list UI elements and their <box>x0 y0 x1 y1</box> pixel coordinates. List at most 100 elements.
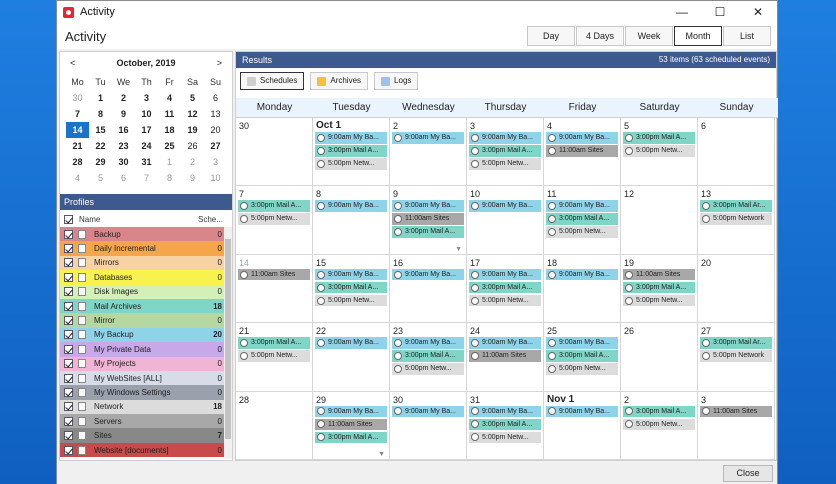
profile-row[interactable]: Servers 0 <box>60 414 224 429</box>
calendar-day[interactable]: 11 9:00am My Ba... 3:00pm Mail A... 5:00pm … <box>544 186 621 255</box>
mini-calendar-day[interactable]: 20 <box>204 122 227 138</box>
calendar-event[interactable]: 3:00pm Mail A... <box>623 281 695 294</box>
calendar-day[interactable]: 29 9:00am My Ba... 11:00am Sites 3:00pm Mai… <box>313 391 390 460</box>
calendar-event[interactable]: 9:00am My Ba... <box>469 132 541 144</box>
select-all-checkbox[interactable] <box>64 214 73 224</box>
calendar-day[interactable]: 18 9:00am My Ba... <box>544 254 621 324</box>
mini-calendar-day[interactable]: 31 <box>135 154 158 170</box>
tab-schedules[interactable]: Schedules <box>240 72 305 90</box>
calendar-event[interactable]: 9:00am My Ba... <box>469 268 541 281</box>
calendar-day[interactable]: 7 3:00pm Mail A... 5:00pm Netw... <box>236 186 313 255</box>
profile-checkbox[interactable] <box>64 301 73 311</box>
view-tab-day[interactable]: Day <box>527 26 575 46</box>
calendar-day[interactable]: 10 9:00am My Ba... <box>467 186 544 255</box>
calendar-event[interactable]: 5:00pm Netw... <box>623 418 695 431</box>
mini-calendar-day[interactable]: 3 <box>135 90 158 106</box>
calendar-event[interactable]: 3:00pm Mail A... <box>469 145 541 157</box>
calendar-event[interactable]: 5:00pm Netw... <box>623 145 695 157</box>
close-button[interactable]: Close <box>723 465 773 482</box>
profile-checkbox[interactable] <box>64 431 73 441</box>
calendar-event[interactable]: 5:00pm Netw... <box>469 294 541 307</box>
profile-row[interactable]: Databases 0 <box>60 270 224 285</box>
column-name[interactable]: Name <box>79 215 198 224</box>
mini-calendar-day[interactable]: 24 <box>135 138 158 154</box>
calendar-day[interactable]: 22 9:00am My Ba... <box>313 323 390 392</box>
calendar-day[interactable]: 21 3:00pm Mail A... 5:00pm Netw... <box>236 323 313 392</box>
calendar-event[interactable]: 3:00pm Mail A... <box>469 281 541 294</box>
mini-calendar-day[interactable]: 29 <box>89 154 112 170</box>
calendar-day[interactable]: 4 9:00am My Ba... 11:00am Sites <box>544 118 621 187</box>
calendar-event[interactable]: 5:00pm Netw... <box>546 226 618 238</box>
view-tab-list[interactable]: List <box>723 26 771 46</box>
mini-calendar-day[interactable]: 2 <box>181 154 204 170</box>
calendar-day[interactable]: 16 9:00am My Ba... <box>390 254 467 324</box>
profile-row[interactable]: Backup 0 <box>60 227 224 242</box>
column-schedules[interactable]: Sche... <box>198 215 232 224</box>
profile-checkbox[interactable] <box>64 287 73 297</box>
calendar-day[interactable]: 6 <box>698 118 775 187</box>
mini-calendar-day[interactable]: 27 <box>204 138 227 154</box>
profile-row[interactable]: My Private Data 0 <box>60 342 224 357</box>
calendar-event[interactable]: 5:00pm Netw... <box>469 158 541 170</box>
mini-calendar-day[interactable]: 19 <box>181 122 204 138</box>
mini-calendar-day[interactable]: 30 <box>66 90 89 106</box>
calendar-day[interactable]: Nov 1 9:00am My Ba... <box>544 391 621 460</box>
profile-row[interactable]: My Projects 0 <box>60 356 224 371</box>
calendar-event[interactable]: 9:00am My Ba... <box>315 200 387 212</box>
tab-logs[interactable]: Logs <box>374 72 419 90</box>
mini-calendar-day[interactable]: 6 <box>204 90 227 106</box>
calendar-event[interactable]: 3:00pm Mail A... <box>392 350 464 362</box>
calendar-event[interactable]: 3:00pm Mail A... <box>238 337 310 349</box>
calendar-day[interactable]: 8 9:00am My Ba... <box>313 186 390 255</box>
calendar-day[interactable]: 19 11:00am Sites 3:00pm Mail A... 5:00pm Ne… <box>621 254 698 324</box>
calendar-event[interactable]: 9:00am My Ba... <box>392 405 464 418</box>
calendar-event[interactable]: 3:00pm Mail A... <box>546 350 618 362</box>
calendar-event[interactable]: 5:00pm Netw... <box>238 350 310 362</box>
calendar-event[interactable]: 9:00am My Ba... <box>469 200 541 212</box>
calendar-day[interactable]: 31 9:00am My Ba... 3:00pm Mail A... 5:00pm … <box>467 391 544 460</box>
mini-calendar-day[interactable]: 23 <box>112 138 135 154</box>
calendar-event[interactable]: 11:00am Sites <box>623 268 695 281</box>
profile-checkbox[interactable] <box>64 402 73 412</box>
mini-calendar-day[interactable]: 15 <box>89 122 112 138</box>
mini-calendar-day[interactable]: 8 <box>89 106 112 122</box>
calendar-event[interactable]: 11:00am Sites <box>700 405 772 418</box>
profile-row[interactable]: Sites 7 <box>60 428 224 443</box>
profile-checkbox[interactable] <box>64 244 73 254</box>
calendar-event[interactable]: 11:00am Sites <box>469 350 541 362</box>
calendar-event[interactable]: 9:00am My Ba... <box>315 132 387 144</box>
calendar-event[interactable]: 3:00pm Mail A... <box>392 226 464 238</box>
profile-checkbox[interactable] <box>64 272 73 282</box>
profile-row[interactable]: Daily Incremental 0 <box>60 241 224 256</box>
profile-row[interactable]: My Windows Settings 0 <box>60 385 224 400</box>
calendar-event[interactable]: 9:00am My Ba... <box>315 405 387 418</box>
profile-row[interactable]: Mirror 0 <box>60 313 224 328</box>
calendar-day[interactable]: 30 9:00am My Ba... <box>390 391 467 460</box>
calendar-day[interactable]: 5 3:00pm Mail A... 5:00pm Netw... <box>621 118 698 187</box>
calendar-day[interactable]: 27 3:00pm Mail Ar... 5:00pm Network <box>698 323 775 392</box>
profile-checkbox[interactable] <box>64 416 73 426</box>
profile-checkbox[interactable] <box>64 316 73 326</box>
profile-row[interactable]: Website [documents] 0 <box>60 442 224 458</box>
calendar-event[interactable]: 9:00am My Ba... <box>546 132 618 144</box>
mini-calendar-day[interactable]: 6 <box>112 170 135 186</box>
calendar-event[interactable]: 9:00am My Ba... <box>315 337 387 349</box>
calendar-event[interactable]: 5:00pm Netw... <box>315 294 387 307</box>
mini-calendar-day[interactable]: 2 <box>112 90 135 106</box>
calendar-event[interactable]: 9:00am My Ba... <box>469 337 541 349</box>
calendar-event[interactable]: 9:00am My Ba... <box>392 268 464 281</box>
calendar-day[interactable]: 30 <box>236 118 313 187</box>
calendar-day[interactable]: 17 9:00am My Ba... 3:00pm Mail A... 5:00pm … <box>467 254 544 324</box>
profiles-scrollbar[interactable] <box>224 227 232 459</box>
mini-calendar-day[interactable]: 9 <box>181 170 204 186</box>
calendar-day[interactable]: 3 9:00am My Ba... 3:00pm Mail A... 5:00pm N… <box>467 118 544 187</box>
profile-checkbox[interactable] <box>64 330 73 340</box>
calendar-event[interactable]: 11:00am Sites <box>238 268 310 281</box>
calendar-event[interactable]: 5:00pm Netw... <box>623 294 695 307</box>
mini-calendar-day[interactable]: 5 <box>181 90 204 106</box>
calendar-day[interactable]: 25 9:00am My Ba... 3:00pm Mail A... 5:00pm … <box>544 323 621 392</box>
mini-calendar-day[interactable]: 3 <box>204 154 227 170</box>
calendar-event[interactable]: 9:00am My Ba... <box>546 405 618 418</box>
profile-checkbox[interactable] <box>64 359 73 369</box>
mini-calendar-day[interactable]: 8 <box>158 170 181 186</box>
